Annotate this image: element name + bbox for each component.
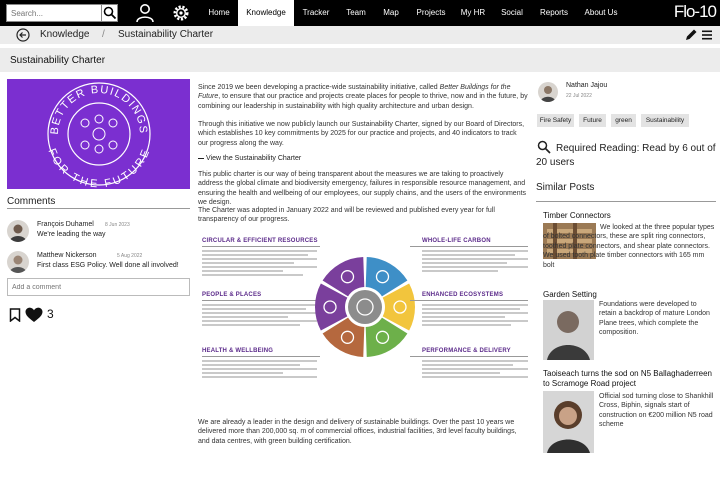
similar-post-title[interactable]: Garden Setting <box>543 290 597 299</box>
diagram-text-block <box>202 304 317 328</box>
diagram-heading: PEOPLE & PLACES <box>202 292 262 298</box>
tag-sustainability[interactable]: Sustainability <box>641 114 689 127</box>
author-avatar[interactable] <box>538 82 558 102</box>
tag-future[interactable]: Future <box>579 114 606 127</box>
article-paragraph: Through this initiative we now publicly … <box>198 121 525 147</box>
similar-post-thumbnail[interactable] <box>543 300 594 360</box>
heart-like-icon[interactable] <box>25 307 43 323</box>
required-reading-status: Required Reading: Read by 6 out of 20 us… <box>536 143 716 168</box>
search-input[interactable] <box>7 5 103 21</box>
search-box <box>6 4 118 22</box>
nav-my-hr[interactable]: My HR <box>456 0 490 26</box>
page-title: Sustainability Charter <box>10 55 106 66</box>
back-arrow-icon[interactable] <box>16 28 30 42</box>
similar-post-excerpt: Official sod turning close to Shankhill … <box>599 393 714 429</box>
search-button[interactable] <box>101 5 117 21</box>
similar-post-title[interactable]: Timber Connectors <box>543 211 611 220</box>
author-date: 22 Jul 2022 <box>566 93 592 99</box>
diagram-heading: WHOLE-LIFE CARBON <box>422 238 491 244</box>
similar-posts-divider <box>536 201 716 202</box>
nav-team[interactable]: Team <box>338 0 374 26</box>
diagram-divider <box>410 246 528 247</box>
nav-tracker[interactable]: Tracker <box>296 0 336 26</box>
top-nav: Home Knowledge Tracker Team Map Projects… <box>0 0 720 26</box>
wheel-hub <box>348 290 382 324</box>
similar-post-excerpt: We looked at the three popular types of … <box>543 224 715 269</box>
page-tools <box>686 29 712 41</box>
comment-author[interactable]: Matthew Nickerson <box>37 252 97 259</box>
article-paragraph: This public charter is our way of being … <box>198 171 527 206</box>
menu-icon[interactable] <box>702 30 712 40</box>
diagram-divider <box>202 300 320 301</box>
like-count: 3 <box>47 307 54 321</box>
title-bar: Sustainability Charter <box>0 48 720 72</box>
hero-banner: BETTER BUILDINGS FOR THE FUTURE <box>7 79 190 189</box>
diagram-divider <box>202 246 320 247</box>
tag-green[interactable]: green <box>611 114 636 127</box>
comment-item: François Duhamel 8 Jun 2023 We're leadin… <box>7 220 190 246</box>
tag-fire-safety[interactable]: Fire Safety <box>537 114 574 127</box>
diagram-divider <box>410 356 528 357</box>
comments-divider <box>7 208 190 209</box>
better-buildings-logo: BETTER BUILDINGS FOR THE FUTURE <box>45 82 151 189</box>
bookmark-icon[interactable] <box>9 308 21 322</box>
diagram-text-block <box>422 360 528 380</box>
similar-post-thumbnail[interactable] <box>543 391 594 453</box>
diagram-divider <box>410 300 528 301</box>
nav-projects[interactable]: Projects <box>408 0 454 26</box>
commitments-wheel <box>315 257 415 357</box>
diagram-heading: ENHANCED ECOSYSTEMS <box>422 292 504 298</box>
user-profile-icon[interactable] <box>134 3 156 23</box>
article-paragraph: We are already a leader in the design an… <box>198 419 517 445</box>
author-name[interactable]: Nathan Jajou <box>566 82 607 89</box>
nav-knowledge[interactable]: Knowledge <box>238 0 294 26</box>
brand-logo[interactable]: Flo-10 <box>674 2 717 22</box>
add-comment-input[interactable] <box>7 278 190 296</box>
nav-about-us[interactable]: About Us <box>578 0 624 26</box>
diagram-text-block <box>202 360 317 380</box>
article-paragraph: The Charter was adopted in January 2022 … <box>198 207 495 224</box>
diagram-text-block <box>202 250 317 278</box>
diagram-heading: PERFORMANCE & DELIVERY <box>422 348 511 354</box>
edit-pencil-icon[interactable] <box>686 29 697 41</box>
nav-social[interactable]: Social <box>494 0 530 26</box>
diagram-text-block <box>422 304 528 328</box>
similar-post-title[interactable]: Taoiseach turns the sod on N5 Ballaghade… <box>543 369 715 389</box>
nav-home[interactable]: Home <box>200 0 238 26</box>
breadcrumb: Knowledge / Sustainability Charter <box>0 26 720 44</box>
comment-date: 5 Aug 2022 <box>117 253 143 259</box>
similar-posts-heading: Similar Posts <box>536 182 595 193</box>
comment-date: 8 Jun 2023 <box>105 222 130 228</box>
comment-item: Matthew Nickerson 5 Aug 2022 First class… <box>7 251 190 277</box>
gear-icon[interactable] <box>170 3 192 23</box>
charter-diagram: CIRCULAR & EFFICIENT RESOURCES PEOPLE & … <box>202 236 528 386</box>
comment-text: First class ESG Policy. Well done all in… <box>37 262 179 269</box>
avatar[interactable] <box>7 220 29 242</box>
nav-reports[interactable]: Reports <box>534 0 574 26</box>
article-paragraph: Since 2019 we been developing a practice… <box>198 84 528 110</box>
diagram-divider <box>202 356 320 357</box>
comment-author[interactable]: François Duhamel <box>37 221 94 228</box>
view-charter-link[interactable]: View the Sustainability Charter <box>198 155 301 162</box>
svg-text:BETTER BUILDINGS: BETTER BUILDINGS <box>49 84 149 135</box>
search-icon <box>103 6 117 20</box>
nav-map[interactable]: Map <box>376 0 406 26</box>
diagram-text-block <box>422 250 528 274</box>
diagram-heading: CIRCULAR & EFFICIENT RESOURCES <box>202 238 318 244</box>
post-actions: 3 <box>9 307 69 323</box>
avatar[interactable] <box>7 251 29 273</box>
similar-post-excerpt: Foundations were developed to retain a b… <box>599 301 710 337</box>
breadcrumb-knowledge[interactable]: Knowledge <box>40 29 89 40</box>
comment-text: We're leading the way <box>37 231 106 238</box>
diagram-heading: HEALTH & WELLBEING <box>202 348 274 354</box>
breadcrumb-separator: / <box>102 29 105 40</box>
breadcrumb-current: Sustainability Charter <box>118 29 214 40</box>
comments-heading: Comments <box>7 196 56 207</box>
